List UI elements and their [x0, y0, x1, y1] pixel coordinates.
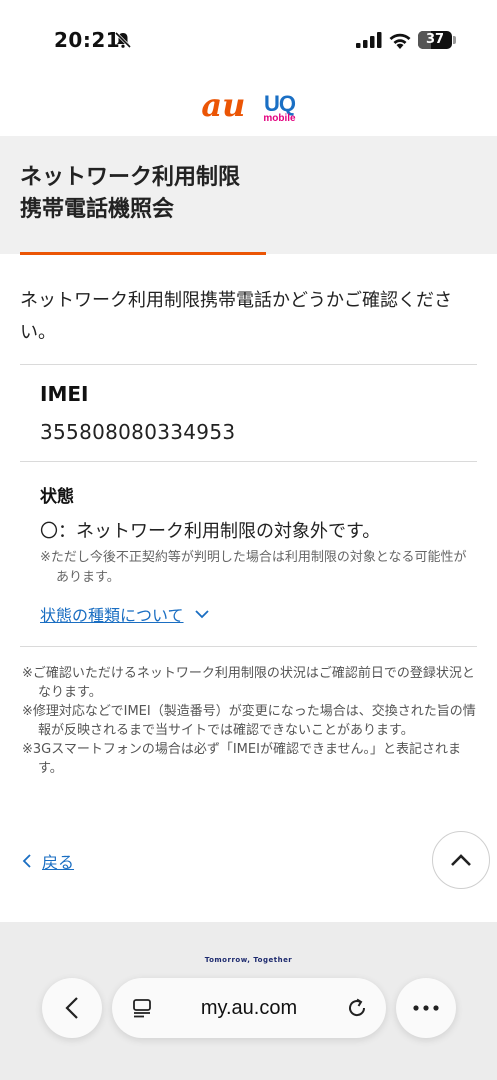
more-icon	[413, 1005, 439, 1011]
back-link[interactable]: 戻る	[20, 849, 74, 873]
status-note: ※ただし今後不正契約等が判明した場合は利用制限の対象となる可能性があります。	[40, 550, 467, 585]
status-label: 状態	[40, 487, 74, 507]
scroll-to-top-button[interactable]	[432, 831, 490, 889]
bell-off-icon	[114, 31, 132, 49]
divider	[20, 646, 477, 647]
note-item: ※ご確認いただけるネットワーク利用制限の状況はご確認前日での登録状況となります。	[22, 666, 475, 700]
battery-tip	[453, 36, 456, 44]
divider	[20, 364, 477, 365]
uq-mobile-logo[interactable]: UQ mobile	[263, 90, 296, 124]
intro-text: ネットワーク利用制限携帯電話かどうかご確認ください。	[20, 290, 452, 343]
reader-mode-icon[interactable]	[132, 998, 152, 1018]
back-link-label: 戻る	[42, 853, 75, 872]
url-text: my.au.com	[200, 997, 298, 1019]
clock: 20:21	[54, 28, 121, 52]
brand-logos: au UQ mobile	[0, 80, 497, 136]
page-title: ネットワーク利用制限 携帯電話機照会	[20, 165, 241, 222]
au-logo[interactable]: au	[201, 89, 245, 121]
chevron-up-icon	[451, 854, 471, 866]
wifi-icon	[389, 33, 411, 49]
title-band: ネットワーク利用制限 携帯電話機照会	[0, 136, 497, 255]
more-options-button[interactable]	[396, 978, 456, 1038]
imei-value: 355808080334953	[40, 420, 236, 444]
status-types-link[interactable]: 状態の種類について	[40, 602, 210, 626]
address-bar[interactable]: my.au.com	[112, 978, 386, 1038]
chevron-left-icon	[65, 997, 78, 1019]
notes-list: ※ご確認いただけるネットワーク利用制限の状況はご確認前日での登録状況となります。…	[22, 664, 477, 778]
signal-icon	[356, 32, 382, 48]
uq-logo-subtext: mobile	[263, 112, 296, 124]
battery-icon: 37	[418, 31, 452, 49]
divider	[20, 461, 477, 462]
footer-tagline: Tomorrow, Together	[204, 956, 293, 964]
imei-label: IMEI	[40, 382, 89, 406]
reload-icon[interactable]	[346, 997, 368, 1019]
status-bar: 20:21 37	[0, 0, 497, 80]
note-item: ※修理対応などでIMEI（製造番号）が変更になった場合は、交換された旨の情報が反…	[22, 704, 476, 738]
chevron-left-icon	[22, 854, 31, 868]
status-value: 〇：ネットワーク利用制限の対象外です。	[40, 521, 381, 542]
title-underline	[20, 252, 266, 255]
status-types-link-label: 状態の種類について	[40, 606, 184, 625]
uq-logo-text: UQ	[263, 90, 296, 116]
battery-level: 37	[425, 32, 445, 47]
note-item: ※3Gスマートフォンの場合は必ず「IMEIが確認できません。」と表記されます。	[22, 742, 462, 776]
browser-back-button[interactable]	[42, 978, 102, 1038]
chevron-down-icon	[194, 610, 209, 619]
